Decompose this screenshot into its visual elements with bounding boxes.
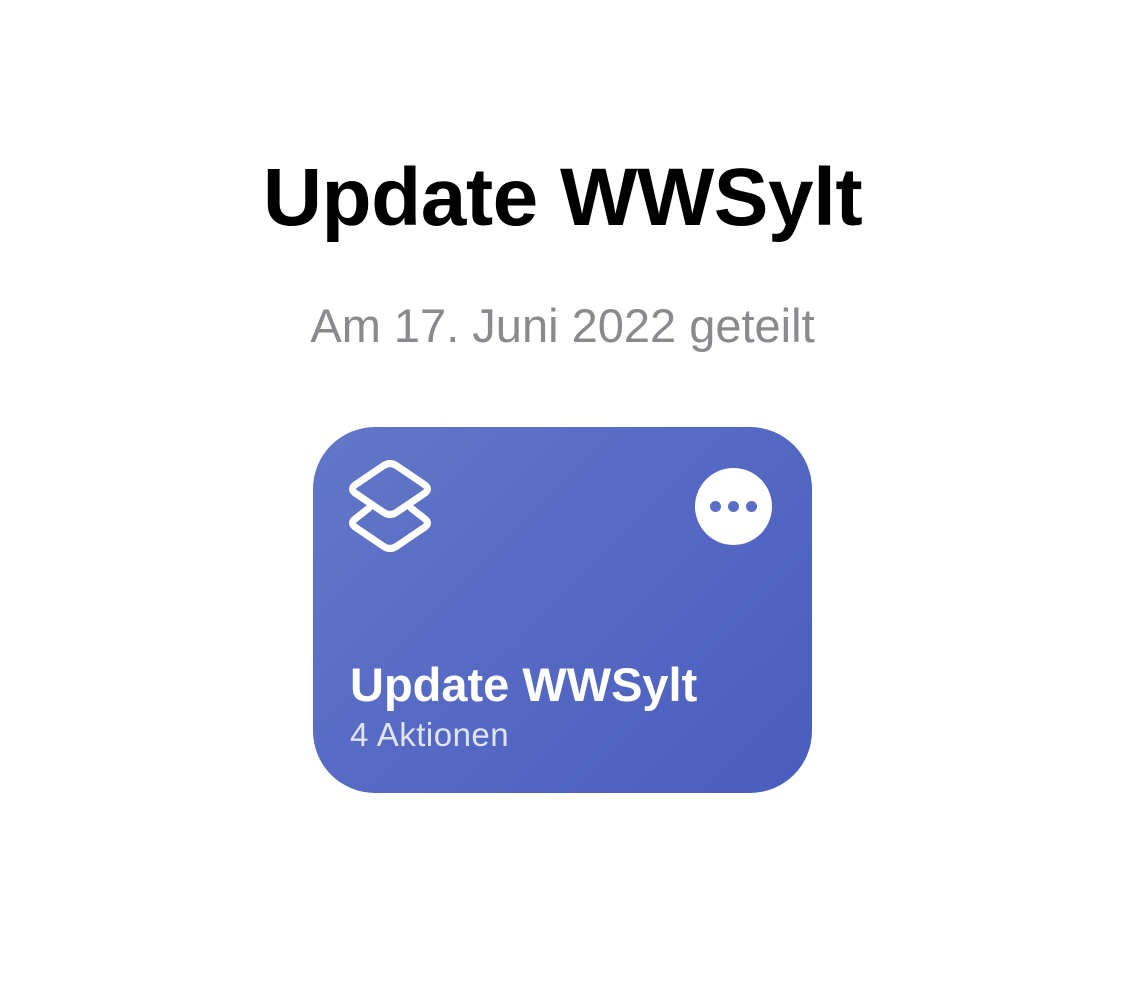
shortcut-title: Update WWSylt: [350, 658, 698, 711]
shortcuts-layers-icon: [349, 460, 431, 552]
ellipsis-dot: [728, 501, 739, 512]
page-title: Update WWSylt: [262, 152, 863, 243]
shortcut-card[interactable]: Update WWSylt 4 Aktionen: [313, 427, 812, 793]
ellipsis-dot: [746, 501, 757, 512]
ellipsis-icon: [710, 501, 721, 512]
shortcut-action-count: 4 Aktionen: [350, 716, 510, 753]
more-options-button[interactable]: [695, 468, 772, 545]
shared-date: Am 17. Juni 2022 geteilt: [310, 299, 815, 352]
